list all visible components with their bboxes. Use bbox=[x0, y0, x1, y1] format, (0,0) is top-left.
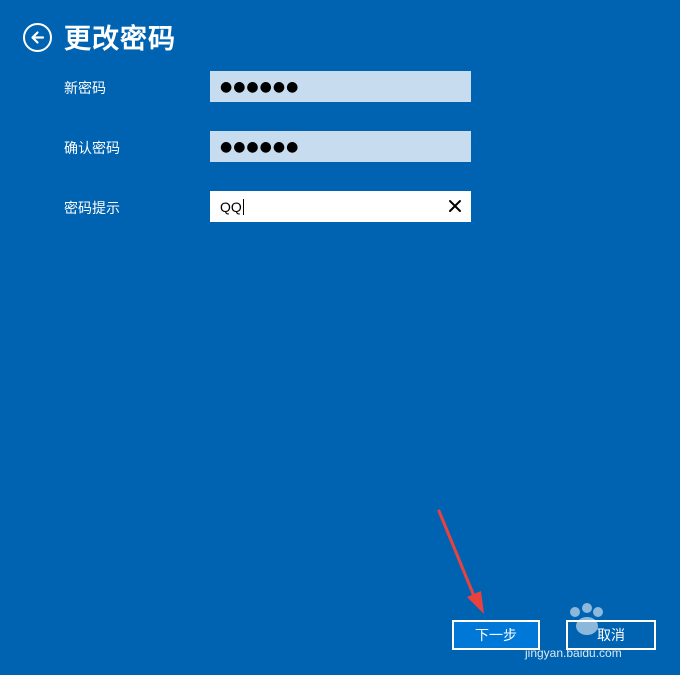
watermark-text: jingyan.baidu.com bbox=[525, 646, 622, 660]
confirm-password-value: ●●●●●● bbox=[220, 138, 300, 155]
password-hint-value: QQ bbox=[220, 198, 242, 215]
confirm-password-label: 确认密码 bbox=[64, 141, 120, 157]
confirm-password-field[interactable]: ●●●●●● bbox=[210, 131, 471, 162]
text-caret bbox=[242, 198, 244, 215]
password-hint-label: 密码提示 bbox=[64, 201, 120, 217]
password-hint-field[interactable]: QQ bbox=[210, 191, 471, 222]
back-arrow-icon bbox=[31, 31, 45, 44]
page-title: 更改密码 bbox=[64, 24, 176, 55]
new-password-field[interactable]: ●●●●●● bbox=[210, 71, 471, 102]
new-password-label: 新密码 bbox=[64, 81, 106, 97]
clear-hint-button[interactable] bbox=[447, 198, 463, 214]
back-button[interactable] bbox=[23, 23, 52, 52]
close-icon bbox=[449, 200, 461, 212]
new-password-value: ●●●●●● bbox=[220, 78, 300, 95]
